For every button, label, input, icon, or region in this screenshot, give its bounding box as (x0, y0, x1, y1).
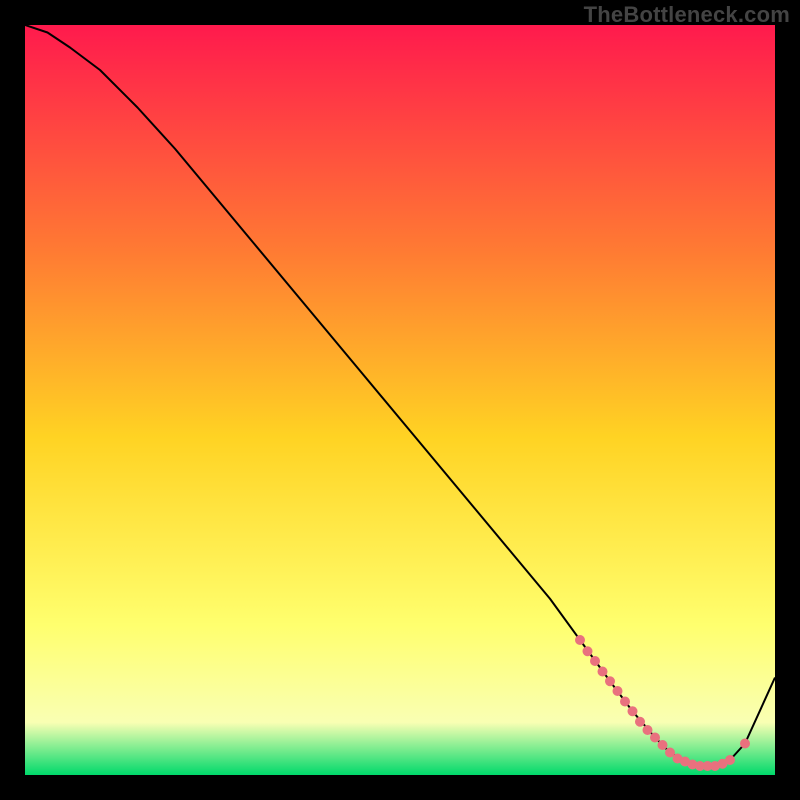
chart-plot (25, 25, 775, 775)
data-point (725, 755, 735, 765)
data-point (590, 656, 600, 666)
data-point (658, 740, 668, 750)
data-point (628, 706, 638, 716)
data-point (575, 635, 585, 645)
data-point (635, 717, 645, 727)
data-point (650, 733, 660, 743)
chart-frame: TheBottleneck.com (0, 0, 800, 800)
data-point (620, 697, 630, 707)
data-point (598, 667, 608, 677)
data-point (740, 739, 750, 749)
watermark-text: TheBottleneck.com (584, 2, 790, 28)
gradient-background (25, 25, 775, 775)
data-point (643, 725, 653, 735)
data-point (583, 646, 593, 656)
data-point (613, 686, 623, 696)
chart-svg (25, 25, 775, 775)
data-point (605, 676, 615, 686)
